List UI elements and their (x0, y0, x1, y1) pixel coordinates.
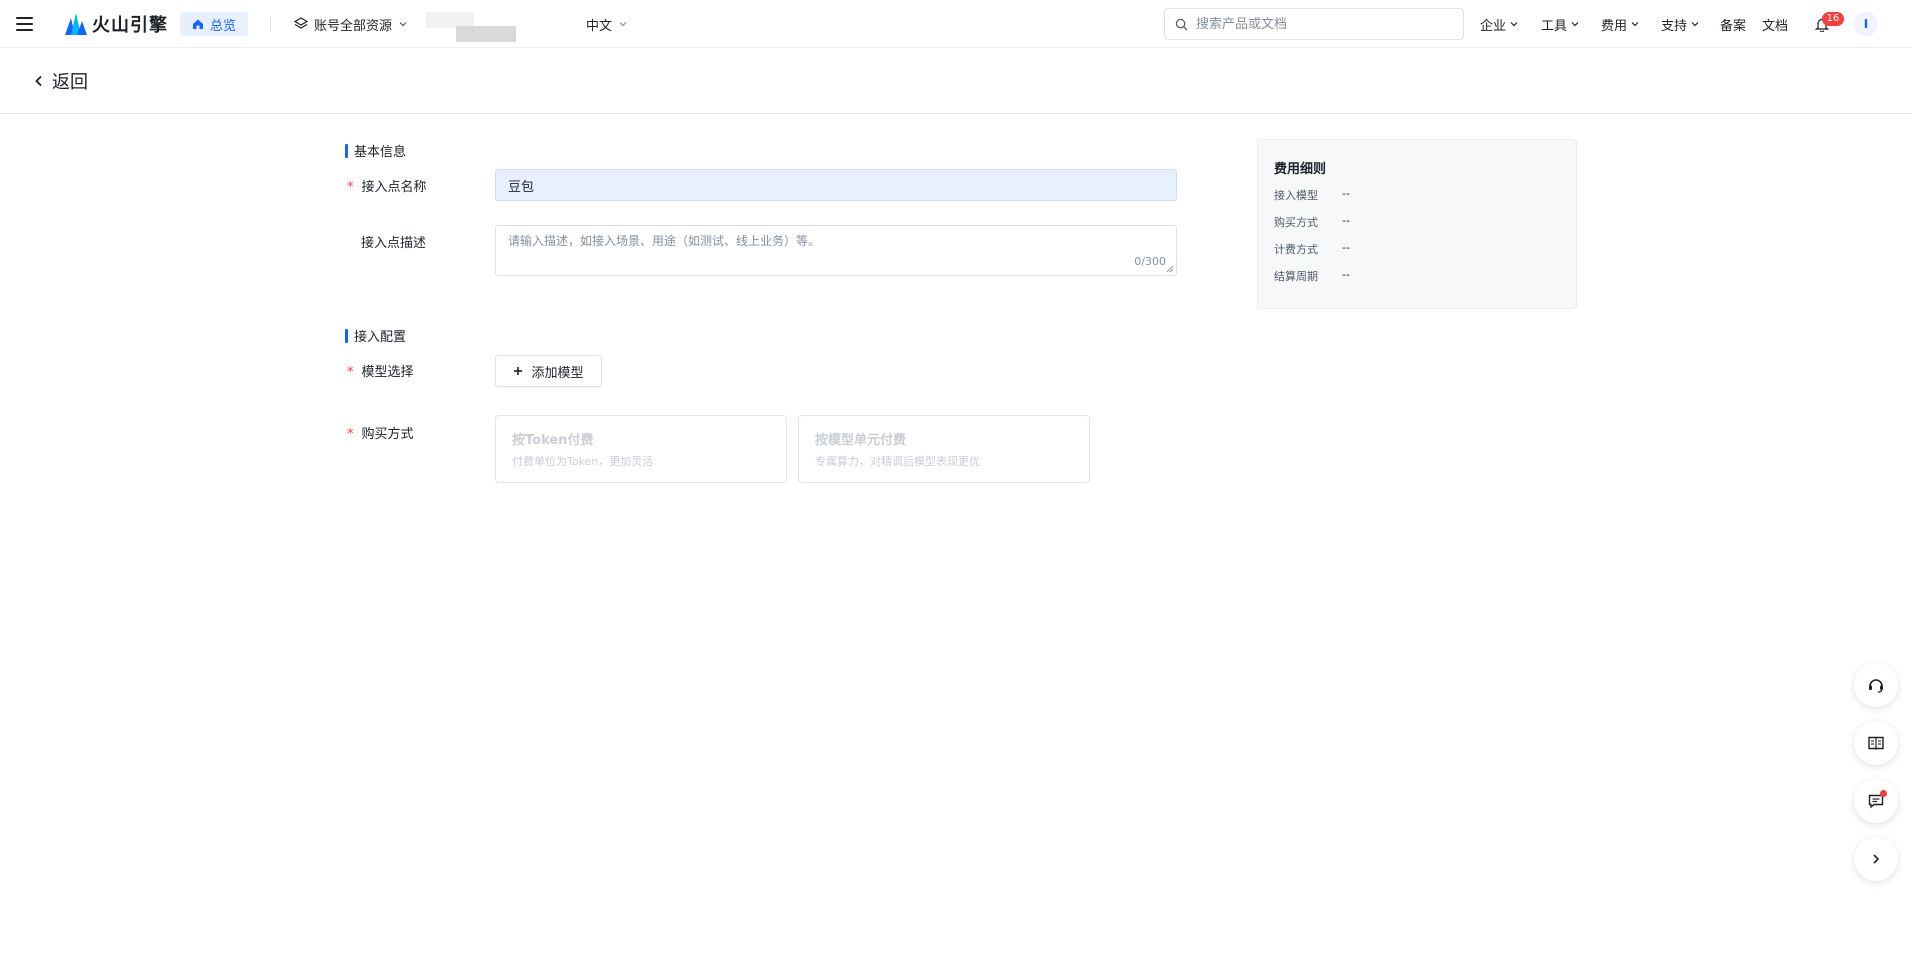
desc-char-counter: 0/300 (1134, 255, 1166, 268)
section-accent-bar (345, 328, 348, 343)
search-icon (1175, 18, 1188, 30)
brand-name: 火山引擎 (92, 15, 168, 36)
fee-row: 接入模型 -- (1274, 187, 1350, 203)
nav-filing-label: 备案 (1720, 18, 1747, 34)
book-icon (1868, 736, 1884, 750)
search-input[interactable] (1196, 16, 1436, 32)
nav-tools-label: 工具 (1541, 18, 1568, 34)
purchase-method-label: * 购买方式 (347, 423, 414, 442)
back-label: 返回 (52, 72, 88, 93)
section-access-config-title: 接入配置 (354, 330, 407, 345)
layers-icon (294, 17, 308, 29)
feedback-button[interactable] (1854, 779, 1898, 823)
user-avatar[interactable]: I (1854, 12, 1878, 36)
endpoint-name-input[interactable]: 豆包 (495, 169, 1177, 201)
brand-logo[interactable]: 火山引擎 (64, 8, 168, 40)
endpoint-desc-label: 接入点描述 (361, 236, 427, 251)
resize-grip-icon[interactable] (1166, 265, 1174, 273)
overview-label: 总览 (210, 18, 237, 34)
desc-placeholder: 请输入描述，如接入场景、用途（如测试、线上业务）等。 (508, 234, 821, 248)
nav-support[interactable]: 支持 (1661, 12, 1700, 36)
model-select-label-text: 模型选择 (361, 365, 414, 380)
chevron-down-icon (1631, 22, 1639, 27)
fee-row-value: -- (1342, 187, 1350, 200)
endpoint-desc-textarea[interactable]: 请输入描述，如接入场景、用途（如测试、线上业务）等。 0/300 (495, 225, 1177, 276)
home-icon (193, 19, 203, 29)
fee-details-panel: 费用细则 接入模型 -- 购买方式 -- 计费方式 -- 结算周期 -- (1257, 139, 1577, 309)
nav-docs-label: 文档 (1762, 18, 1789, 34)
purchase-option-model-unit[interactable]: 按模型单元付费 专属算力，对精调后模型表现更优 (798, 415, 1090, 483)
section-accent-bar (345, 143, 348, 158)
section-basic-info: 基本信息 (345, 141, 406, 160)
purchase-method-label-text: 购买方式 (361, 427, 414, 442)
purchase-option-title: 按模型单元付费 (815, 433, 907, 448)
menu-icon[interactable] (14, 12, 34, 36)
purchase-option-desc: 付费单位为Token，更加灵活 (512, 455, 654, 468)
add-model-button[interactable]: 添加模型 (495, 355, 602, 387)
nav-tools[interactable]: 工具 (1541, 12, 1580, 36)
chevron-down-icon (1691, 22, 1699, 27)
fee-row-key: 计费方式 (1274, 243, 1318, 256)
add-model-label: 添加模型 (531, 365, 584, 381)
docs-guide-button[interactable] (1854, 721, 1898, 765)
fee-row-key: 接入模型 (1274, 189, 1318, 202)
overview-button[interactable]: 总览 (180, 12, 249, 36)
top-navigation-bar: 火山引擎 总览 账号全部资源 中文 企业 (0, 0, 1912, 48)
endpoint-name-label: * 接入点名称 (347, 176, 427, 195)
fee-row-value: -- (1342, 241, 1350, 254)
required-asterisk: * (347, 427, 354, 442)
nav-billing[interactable]: 费用 (1601, 12, 1640, 36)
back-button[interactable]: 返回 (34, 68, 88, 94)
nav-enterprise-label: 企业 (1480, 18, 1507, 34)
required-asterisk: * (347, 365, 354, 380)
purchase-option-desc: 专属算力，对精调后模型表现更优 (815, 455, 980, 468)
resources-label: 账号全部资源 (314, 18, 393, 34)
endpoint-name-value: 豆包 (508, 179, 535, 195)
chevron-down-icon (399, 22, 407, 27)
fee-details-title: 费用细则 (1274, 162, 1327, 177)
language-label: 中文 (586, 18, 613, 34)
fee-row: 结算周期 -- (1274, 268, 1350, 284)
fee-row: 计费方式 -- (1274, 241, 1350, 257)
fee-row-key: 购买方式 (1274, 216, 1318, 229)
fee-row-key: 结算周期 (1274, 270, 1318, 283)
nav-filing[interactable]: 备案 (1720, 12, 1746, 36)
unread-dot (1880, 790, 1887, 797)
chevron-down-icon (1571, 22, 1579, 27)
chevron-right-icon (1873, 854, 1880, 864)
required-asterisk: * (347, 180, 354, 195)
purchase-option-token[interactable]: 按Token付费 付费单位为Token，更加灵活 (495, 415, 787, 483)
headset-icon (1869, 679, 1883, 693)
chevron-down-icon (619, 22, 627, 27)
chevron-left-icon (35, 75, 42, 87)
nav-support-label: 支持 (1661, 18, 1688, 34)
plus-icon (514, 367, 523, 375)
language-dropdown[interactable]: 中文 (586, 12, 628, 36)
section-access-config: 接入配置 (345, 326, 406, 345)
notification-count-badge: 16 (1822, 12, 1844, 26)
resources-dropdown[interactable]: 账号全部资源 (294, 12, 408, 36)
section-basic-info-title: 基本信息 (354, 145, 407, 160)
page-header: 返回 (0, 48, 1912, 114)
fee-row: 购买方式 -- (1274, 214, 1350, 230)
nav-docs[interactable]: 文档 (1762, 12, 1788, 36)
purchase-option-title: 按Token付费 (512, 433, 594, 448)
nav-enterprise[interactable]: 企业 (1480, 12, 1519, 36)
fee-row-value: -- (1342, 268, 1350, 281)
collapse-toolbar-button[interactable] (1854, 837, 1898, 881)
fee-row-value: -- (1342, 214, 1350, 227)
customer-service-button[interactable] (1854, 663, 1898, 707)
search-box[interactable] (1164, 8, 1464, 40)
model-select-label: * 模型选择 (347, 361, 414, 380)
masked-account-info (456, 26, 516, 42)
nav-billing-label: 费用 (1601, 18, 1628, 34)
volcano-logo-icon (65, 13, 87, 35)
divider (270, 16, 271, 32)
endpoint-name-label-text: 接入点名称 (361, 180, 427, 195)
chevron-down-icon (1510, 22, 1518, 27)
